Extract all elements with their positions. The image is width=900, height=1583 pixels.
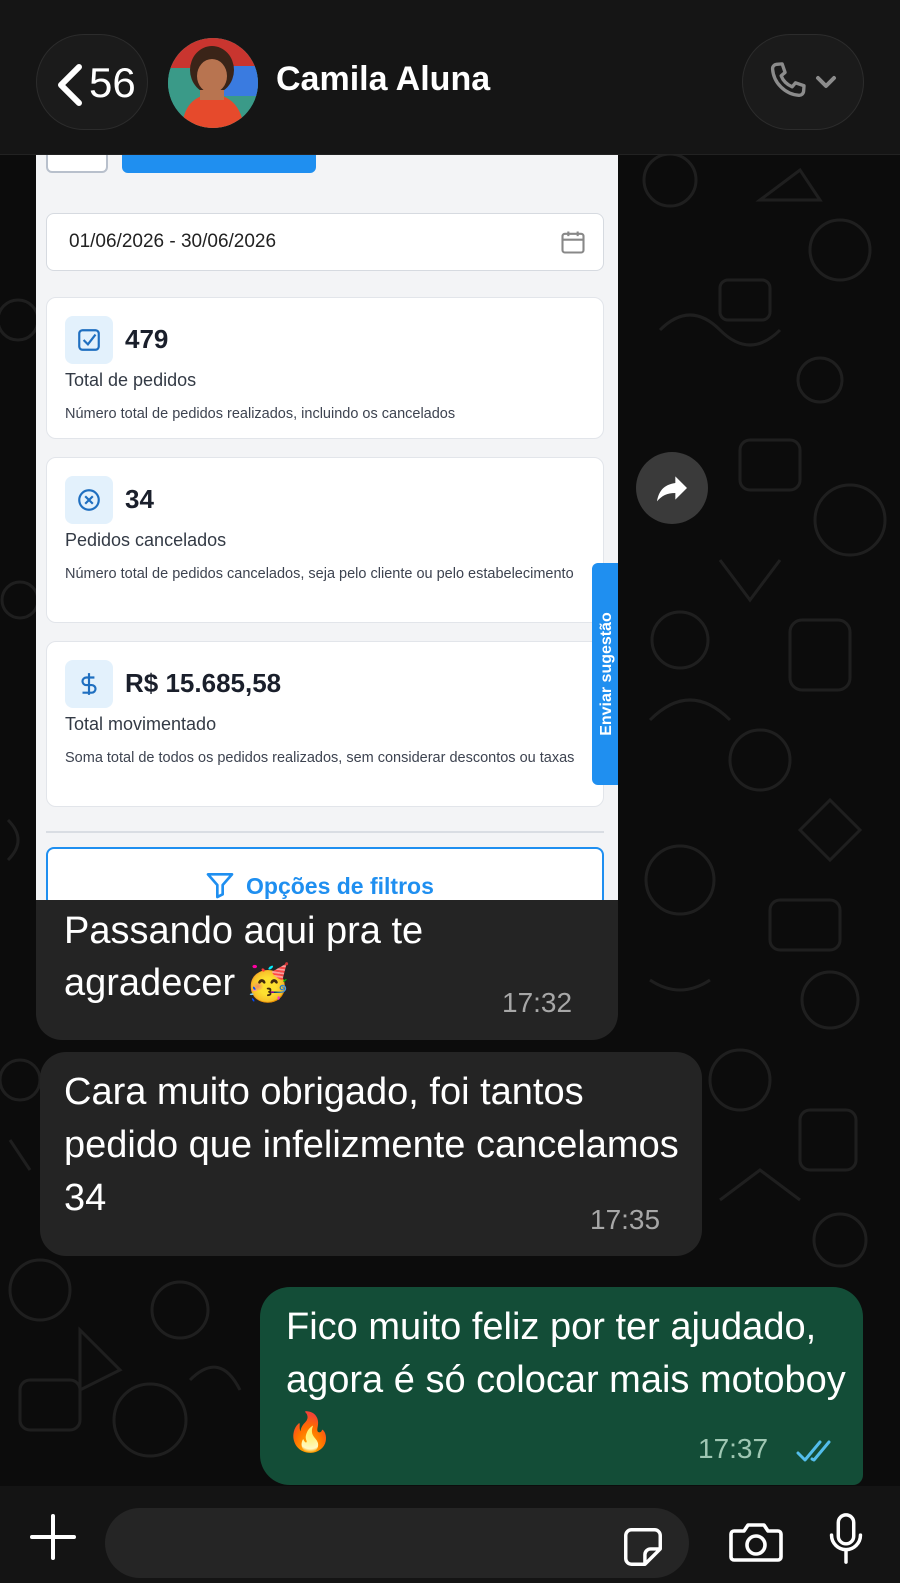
check-square-icon [65, 316, 113, 364]
stat-value: 34 [125, 484, 154, 514]
stat-description: Soma total de todos os pedidos realizado… [65, 750, 575, 766]
avatar[interactable] [168, 38, 258, 128]
x-circle-icon [65, 476, 113, 524]
contact-name[interactable]: Camila Aluna [276, 60, 490, 99]
divider [46, 831, 604, 833]
caption-text: Passando aqui pra te agradecer [64, 910, 424, 1004]
calendar-icon [561, 231, 585, 254]
stat-card-total-amount: R$ 15.685,58 Total movimentado Soma tota… [46, 641, 604, 807]
call-button[interactable] [742, 34, 864, 130]
chevron-down-icon [816, 76, 836, 88]
stat-card-cancelled-orders: 34 Pedidos cancelados Número total de pe… [46, 457, 604, 623]
stat-card-total-orders: 479 Total de pedidos Número total de ped… [46, 297, 604, 439]
mic-icon[interactable] [826, 1512, 866, 1566]
top-primary-button [122, 155, 316, 173]
date-range-text: 01/06/2026 - 30/06/2026 [69, 231, 277, 252]
camera-icon[interactable] [728, 1516, 784, 1566]
plus-icon[interactable] [28, 1512, 78, 1562]
incoming-message[interactable]: Cara muito obrigado, foi tantos pedido q… [40, 1052, 702, 1256]
send-suggestion-tab: Enviar sugestão [592, 563, 618, 785]
message-time: 17:37 [698, 1433, 769, 1464]
message-body: Fico muito feliz por ter ajudado, agora … [286, 1306, 846, 1401]
composer-bar [0, 1486, 900, 1583]
outgoing-message[interactable]: Fico muito feliz por ter ajudado, agora … [260, 1287, 863, 1485]
stat-value: R$ 15.685,58 [125, 668, 282, 698]
forward-button[interactable] [636, 452, 708, 524]
stat-label: Pedidos cancelados [65, 530, 227, 550]
chevron-left-icon [58, 64, 82, 106]
partying-face-emoji: 🥳 [245, 962, 291, 1003]
unread-count: 56 [89, 59, 136, 106]
filter-icon [206, 873, 234, 899]
filter-options-button: Opções de filtros [46, 847, 604, 900]
message-time: 17:32 [502, 987, 573, 1018]
stat-description: Número total de pedidos cancelados, seja… [65, 566, 574, 582]
phone-icon [770, 62, 806, 98]
send-suggestion-label: Enviar sugestão [598, 612, 615, 736]
double-check-icon [796, 1440, 831, 1462]
filter-options-label: Opções de filtros [246, 873, 434, 899]
back-button[interactable]: 56 [36, 34, 148, 130]
dollar-icon [65, 660, 113, 708]
avatar-photo [168, 38, 258, 128]
chat-header: 56 Camila Aluna [0, 0, 900, 155]
message-input[interactable] [105, 1508, 689, 1578]
image-message[interactable]: 01/06/2026 - 30/06/2026 479 Total de ped… [36, 155, 618, 1040]
stat-label: Total de pedidos [65, 370, 197, 390]
date-range-field: 01/06/2026 - 30/06/2026 [46, 213, 604, 271]
screenshot-image[interactable]: 01/06/2026 - 30/06/2026 479 Total de ped… [36, 155, 618, 900]
fire-emoji: 🔥 [286, 1412, 334, 1454]
message-text: Cara muito obrigado, foi tantos pedido q… [64, 1071, 679, 1219]
stat-label: Total movimentado [65, 714, 217, 734]
forward-icon [657, 476, 687, 502]
message-time: 17:35 [590, 1204, 661, 1235]
stat-value: 479 [125, 324, 169, 354]
top-toggle-button [46, 155, 108, 173]
sticker-icon[interactable] [620, 1524, 666, 1570]
stat-description: Número total de pedidos realizados, incl… [65, 406, 456, 422]
